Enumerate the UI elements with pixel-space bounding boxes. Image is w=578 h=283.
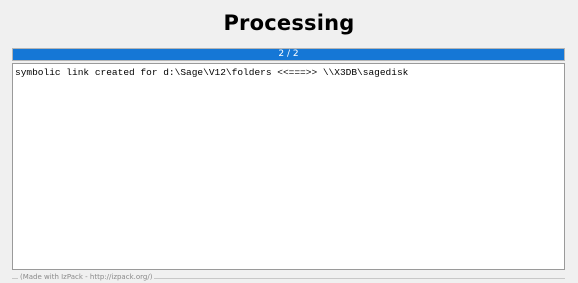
progress-text: 2 / 2 [278,49,299,59]
page-title: Processing [223,11,355,35]
log-line: symbolic link created for d:\Sage\V12\fo… [15,67,409,78]
log-text-area[interactable]: symbolic link created for d:\Sage\V12\fo… [12,63,565,270]
footer-credit: (Made with IzPack - http://izpack.org/) [18,273,155,281]
installer-window: Processing 2 / 2 symbolic link created f… [0,0,578,283]
header-panel: Processing [0,0,578,46]
footer: (Made with IzPack - http://izpack.org/) [12,273,565,283]
progress-bar: 2 / 2 [12,48,565,61]
